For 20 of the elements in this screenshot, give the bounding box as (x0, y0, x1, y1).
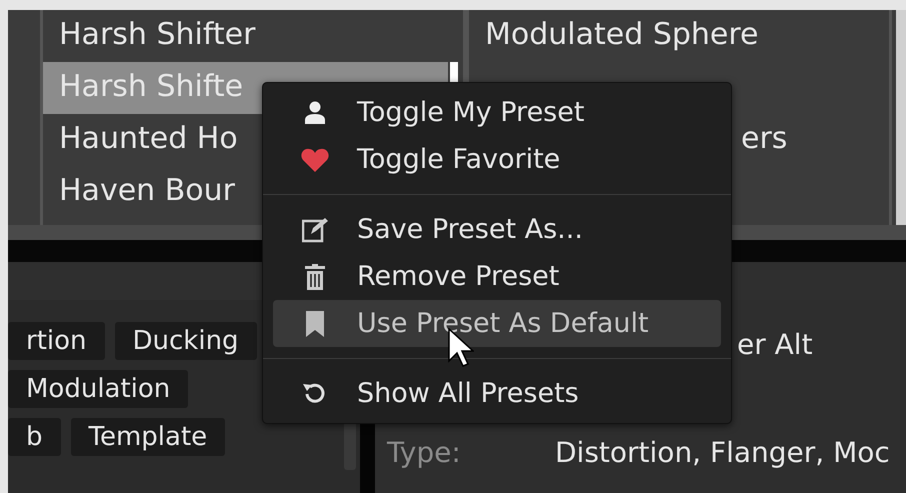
preset-item[interactable]: Harsh Shifter (43, 10, 448, 62)
heart-icon (301, 148, 329, 172)
person-icon (304, 100, 326, 124)
menu-item[interactable]: Toggle Favorite (273, 136, 721, 183)
tag[interactable]: Template (70, 418, 226, 456)
menu-item[interactable]: Show All Presets (273, 370, 721, 417)
menu-item[interactable]: Save Preset As... (273, 206, 721, 253)
type-value: Distortion, Flanger, Moc (555, 436, 890, 469)
edit-icon (302, 216, 328, 242)
menu-item[interactable]: Use Preset As Default (273, 300, 721, 347)
bookmark-icon (306, 310, 324, 336)
preset-name: er Alt (737, 328, 813, 361)
tag[interactable]: rtion (8, 322, 104, 360)
preset-item[interactable]: Modulated Sphere (469, 10, 874, 62)
tag[interactable]: Ducking (114, 322, 257, 360)
tag[interactable]: Modulation (8, 370, 188, 408)
tag[interactable]: b (8, 418, 61, 456)
type-label: Type: (387, 436, 462, 469)
trash-icon (305, 264, 325, 290)
menu-item[interactable]: Remove Preset (273, 253, 721, 300)
